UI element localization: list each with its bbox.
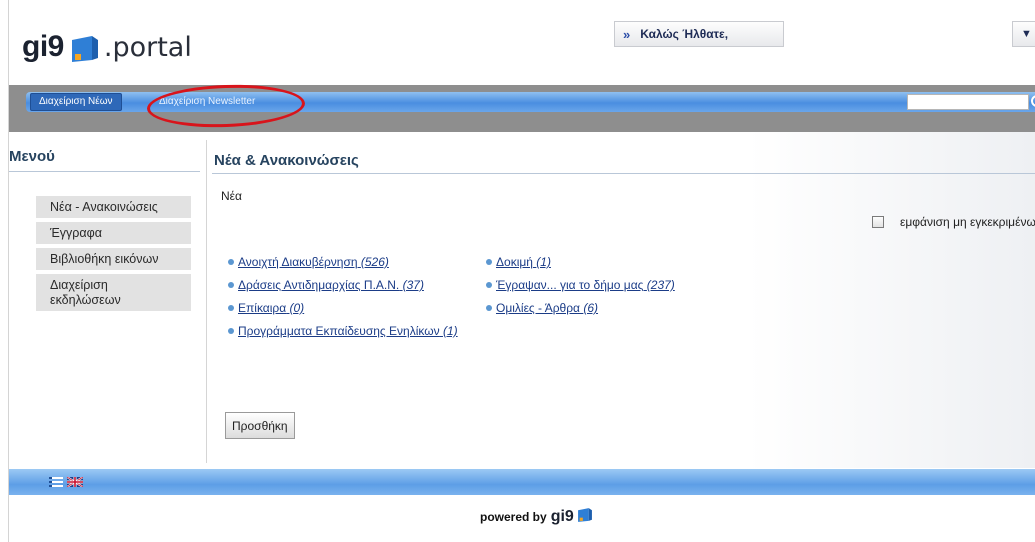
category-link[interactable]: Προγράμματα Εκπαίδευσης Ενηλίκων (1) bbox=[238, 324, 458, 338]
user-menu-dropdown[interactable]: ▼ bbox=[1012, 21, 1035, 47]
sidebar-item-documents[interactable]: Έγγραφα bbox=[36, 222, 191, 244]
welcome-text: Καλώς Ήλθατε, bbox=[640, 27, 729, 41]
powered-by-label: powered by bbox=[480, 509, 547, 524]
sidebar-title: Μενού bbox=[9, 148, 55, 165]
search-input[interactable] bbox=[907, 94, 1029, 110]
bullet-icon bbox=[228, 328, 234, 334]
bullet-icon bbox=[228, 282, 234, 288]
footer-brand: gi9 bbox=[550, 507, 574, 525]
add-button[interactable]: Προσθήκη bbox=[225, 412, 295, 439]
powered-by[interactable]: powered by gi9 bbox=[480, 506, 593, 527]
bullet-icon bbox=[228, 259, 234, 265]
section-subtitle: Νέα bbox=[221, 189, 242, 203]
logo-mark-icon bbox=[70, 34, 100, 64]
uk-flag-icon[interactable] bbox=[67, 477, 83, 487]
footer-bar bbox=[9, 469, 1035, 495]
bullet-icon bbox=[486, 305, 492, 311]
category-list-right: Δοκιμή (1) Έγραψαν... για το δήμο μας (2… bbox=[486, 254, 675, 323]
sidebar-divider bbox=[9, 171, 200, 172]
show-unapproved-toggle[interactable]: εμφάνιση μη εγκεκριμένων bbox=[872, 215, 1035, 229]
list-item: Προγράμματα Εκπαίδευσης Ενηλίκων (1) bbox=[228, 323, 458, 346]
bullet-icon bbox=[486, 282, 492, 288]
category-link[interactable]: Δράσεις Αντιδημαρχίας Π.Α.Ν. (37) bbox=[238, 278, 424, 292]
chevron-down-icon: ▼ bbox=[1021, 28, 1032, 40]
sidebar-item-events[interactable]: Διαχείριση εκδηλώσεων bbox=[36, 274, 191, 311]
welcome-box: » Καλώς Ήλθατε, bbox=[614, 21, 784, 47]
list-item: Δράσεις Αντιδημαρχίας Π.Α.Ν. (37) bbox=[228, 277, 458, 300]
bullet-icon bbox=[486, 259, 492, 265]
site-logo[interactable]: gi9 .portal bbox=[22, 30, 192, 64]
category-link[interactable]: Ανοιχτή Διακυβέρνηση (526) bbox=[238, 255, 389, 269]
category-list-left: Ανοιχτή Διακυβέρνηση (526) Δράσεις Αντιδ… bbox=[228, 254, 458, 346]
category-link[interactable]: Ομιλίες - Άρθρα (6) bbox=[496, 301, 598, 315]
list-view-icon[interactable] bbox=[49, 477, 63, 487]
show-unapproved-label: εμφάνιση μη εγκεκριμένων bbox=[900, 215, 1035, 229]
column-divider bbox=[206, 140, 207, 463]
title-divider bbox=[212, 173, 1035, 174]
list-item: Δοκιμή (1) bbox=[486, 254, 675, 277]
page-title: Νέα & Ανακοινώσεις bbox=[214, 152, 359, 169]
category-link[interactable]: Επίκαιρα (0) bbox=[238, 301, 304, 315]
sidebar-item-news[interactable]: Νέα - Ανακοινώσεις bbox=[36, 196, 191, 218]
list-item: Ανοιχτή Διακυβέρνηση (526) bbox=[228, 254, 458, 277]
logo-mark-icon bbox=[577, 506, 593, 527]
list-item: Έγραψαν... για το δήμο μας (237) bbox=[486, 277, 675, 300]
category-link[interactable]: Δοκιμή (1) bbox=[496, 255, 551, 269]
sidebar-menu: Νέα - Ανακοινώσεις Έγγραφα Βιβλιοθήκη ει… bbox=[36, 196, 191, 315]
show-unapproved-checkbox[interactable] bbox=[872, 216, 884, 228]
category-link[interactable]: Έγραψαν... για το δήμο μας (237) bbox=[496, 278, 675, 292]
sidebar-item-image-library[interactable]: Βιβλιοθήκη εικόνων bbox=[36, 248, 191, 270]
list-item: Επίκαιρα (0) bbox=[228, 300, 458, 323]
list-item: Ομιλίες - Άρθρα (6) bbox=[486, 300, 675, 323]
logo-text: gi9 bbox=[22, 30, 64, 63]
logo-suffix: .portal bbox=[103, 31, 192, 63]
search-icon[interactable] bbox=[1031, 95, 1035, 107]
tab-news-management[interactable]: Διαχείριση Νέων bbox=[30, 93, 122, 111]
double-chevron-icon: » bbox=[623, 26, 631, 42]
bullet-icon bbox=[228, 305, 234, 311]
